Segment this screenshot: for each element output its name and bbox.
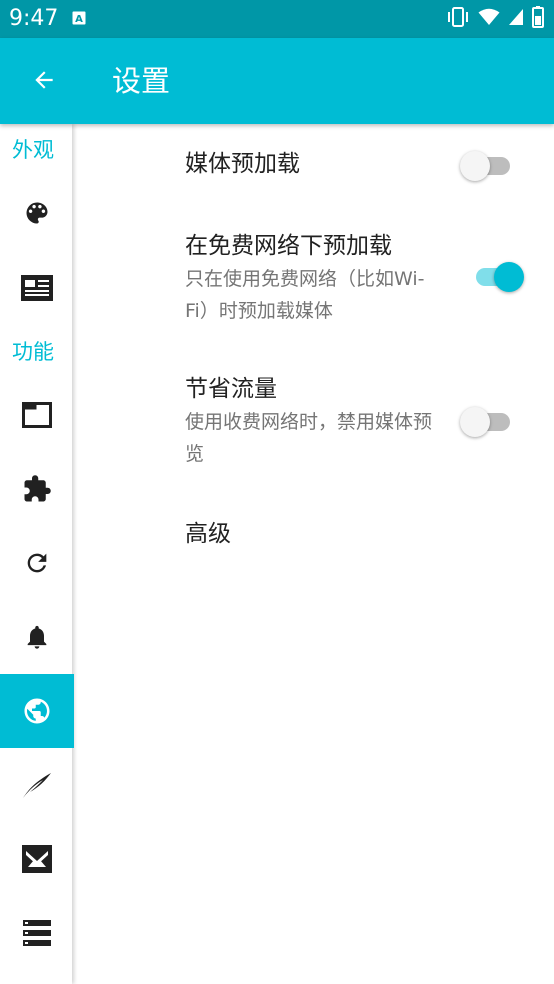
tab-icon bbox=[22, 402, 52, 428]
battery-icon bbox=[532, 6, 544, 32]
globe-icon bbox=[24, 698, 50, 724]
sidebar-item-content[interactable] bbox=[0, 251, 74, 325]
sidebar-item-extensions[interactable] bbox=[0, 452, 74, 526]
pref-summary: 只在使用免费网络（比如Wi-Fi）时预加载媒体 bbox=[185, 268, 425, 322]
status-bar: 9:47 A bbox=[0, 0, 554, 38]
sidebar-section-appearance: 外观 bbox=[12, 138, 54, 162]
pref-preload-free-network[interactable]: 在免费网络下预加载 只在使用免费网络（比如Wi-Fi）时预加载媒体 bbox=[185, 231, 435, 327]
extension-icon bbox=[24, 475, 51, 502]
switch-thumb bbox=[460, 151, 490, 181]
back-button[interactable] bbox=[22, 58, 66, 102]
settings-screen: 9:47 A 设置 外观 功能 媒体预加载 在免费网络下预加载 只在使用免费网络… bbox=[0, 0, 554, 984]
article-icon bbox=[21, 275, 53, 301]
notification-bell-icon bbox=[27, 625, 47, 649]
sidebar-item-storage[interactable] bbox=[0, 896, 74, 970]
status-time: 9:47 bbox=[9, 6, 59, 31]
data-saver-switch[interactable] bbox=[460, 401, 512, 441]
preload-free-network-switch[interactable] bbox=[474, 256, 524, 296]
switch-thumb bbox=[460, 407, 490, 437]
pref-title: 高级 bbox=[185, 521, 231, 547]
pref-title: 在免费网络下预加载 bbox=[185, 233, 392, 259]
pref-summary: 使用收费网络时，禁用媒体预览 bbox=[185, 411, 433, 465]
storage-icon bbox=[23, 920, 51, 946]
pref-title: 媒体预加载 bbox=[185, 151, 300, 177]
sidebar-section-features: 功能 bbox=[12, 340, 54, 364]
sidebar-item-compose[interactable] bbox=[0, 748, 74, 822]
page-title: 设置 bbox=[112, 64, 171, 98]
sidebar-item-network[interactable] bbox=[0, 674, 74, 748]
refresh-icon bbox=[27, 553, 47, 573]
palette-icon bbox=[26, 202, 48, 224]
pref-data-saver[interactable]: 节省流量 使用收费网络时，禁用媒体预览 bbox=[185, 374, 435, 470]
vibrate-icon bbox=[446, 7, 470, 31]
media-preload-switch[interactable] bbox=[460, 145, 512, 185]
sidebar-item-inbox[interactable] bbox=[0, 822, 74, 896]
email-icon bbox=[22, 845, 52, 873]
pref-media-preload[interactable]: 媒体预加载 bbox=[185, 149, 435, 179]
settings-sidebar: 外观 功能 bbox=[0, 124, 74, 984]
app-bar: 设置 bbox=[0, 38, 554, 124]
a-icon: A bbox=[72, 10, 86, 29]
sidebar-item-notifications[interactable] bbox=[0, 600, 74, 674]
feather-icon bbox=[23, 773, 51, 798]
preferences-list: 媒体预加载 在免费网络下预加载 只在使用免费网络（比如Wi-Fi）时预加载媒体 … bbox=[74, 124, 554, 984]
arrow-back-icon bbox=[35, 71, 53, 89]
signal-icon bbox=[508, 8, 524, 30]
switch-thumb bbox=[494, 262, 524, 292]
status-icons bbox=[446, 6, 544, 32]
pref-advanced[interactable]: 高级 bbox=[185, 519, 435, 549]
svg-text:A: A bbox=[75, 14, 83, 25]
wifi-icon bbox=[478, 8, 500, 30]
sidebar-item-sync[interactable] bbox=[0, 526, 74, 600]
sidebar-item-tabs[interactable] bbox=[0, 378, 74, 452]
pref-title: 节省流量 bbox=[185, 376, 277, 402]
sidebar-item-theme[interactable] bbox=[0, 176, 74, 250]
